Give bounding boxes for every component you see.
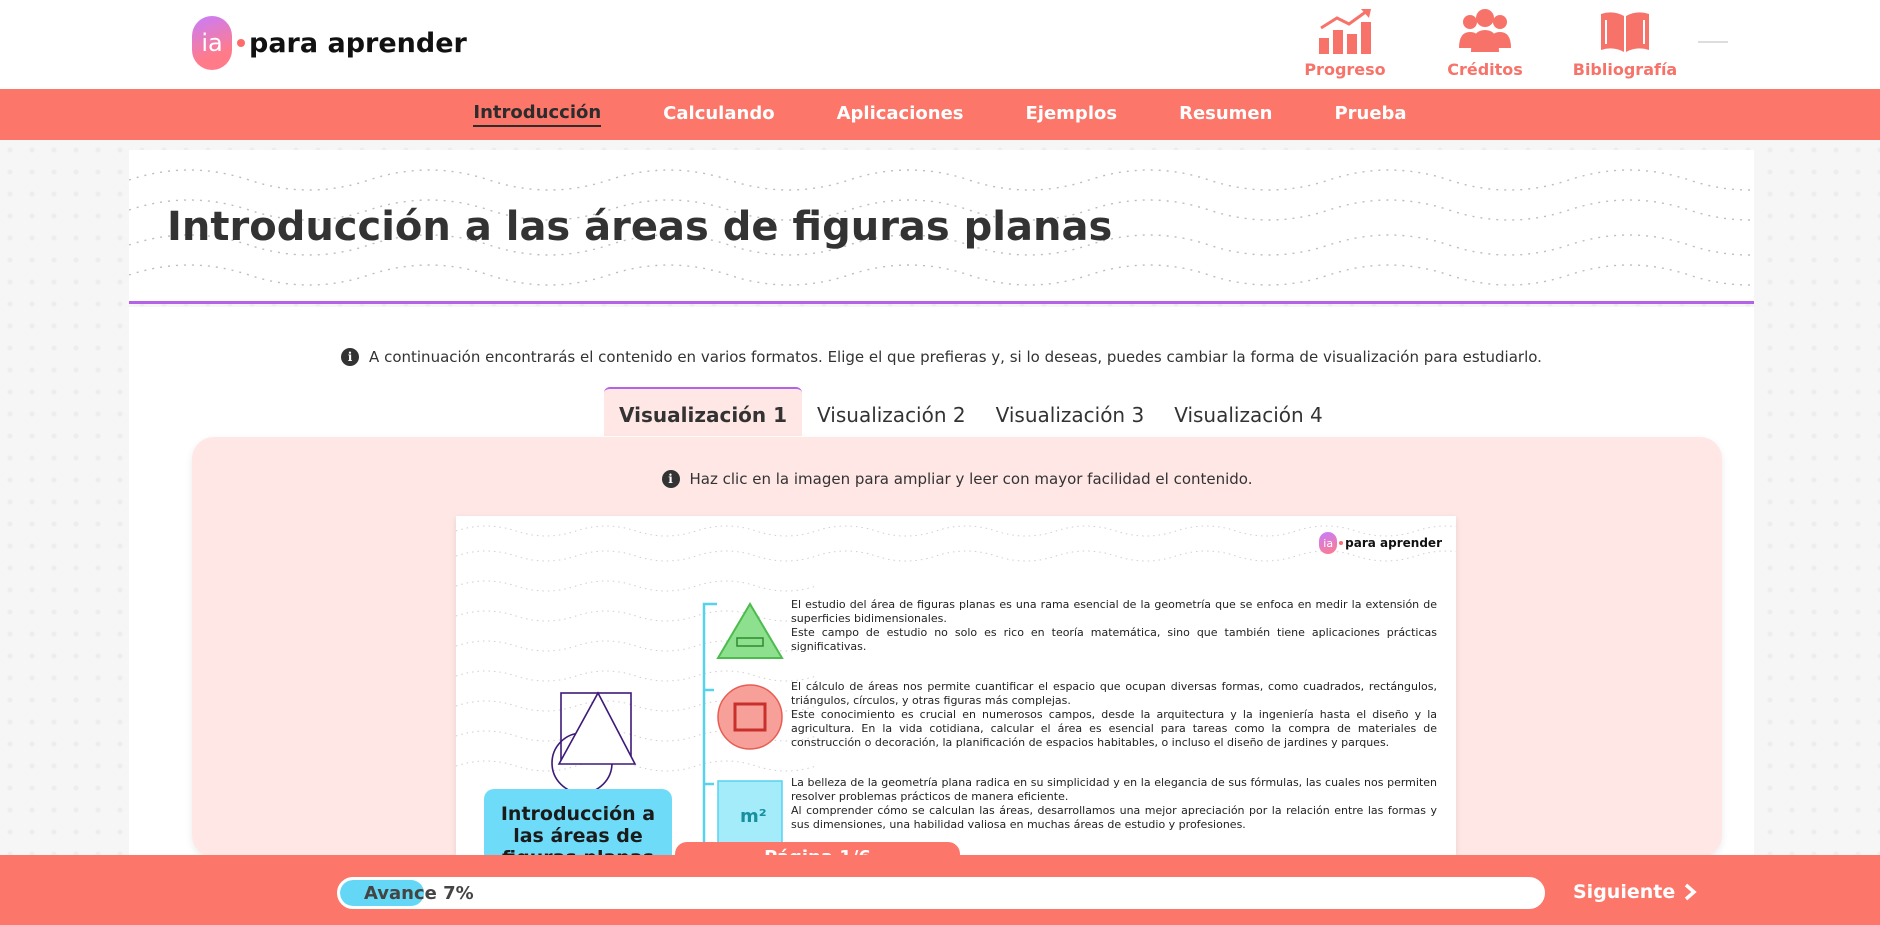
main-content: i A continuación encontrarás el contenid… — [129, 307, 1754, 857]
logo-dot — [237, 39, 245, 47]
bibliography-link[interactable]: Bibliografía — [1570, 8, 1680, 79]
progress-link[interactable]: Progreso — [1290, 8, 1400, 79]
footer-bar: Avance 7% Siguiente — [0, 855, 1880, 925]
chart-up-icon — [1319, 9, 1371, 54]
nav-item-calculando[interactable]: Calculando — [663, 103, 774, 126]
format-info-text: A continuación encontrarás el contenido … — [369, 348, 1542, 366]
nav-item-prueba[interactable]: Prueba — [1334, 103, 1406, 126]
tab-visualizacion-2[interactable]: Visualización 2 — [802, 389, 981, 436]
main-nav: Introducción Calculando Aplicaciones Eje… — [0, 89, 1880, 140]
logo-badge: ia — [192, 16, 232, 70]
chevron-right-icon — [1685, 883, 1697, 901]
slide-logo: ia para aprender — [1319, 532, 1442, 554]
slide-logo-dot — [1339, 541, 1344, 545]
nav-item-ejemplos[interactable]: Ejemplos — [1026, 103, 1118, 126]
tab-visualizacion-1[interactable]: Visualización 1 — [604, 387, 803, 436]
bibliography-link-label: Bibliografía — [1572, 60, 1678, 79]
progress-label: Avance 7% — [364, 883, 474, 904]
geometric-shapes-illustration — [551, 691, 637, 794]
next-button[interactable]: Siguiente — [1573, 881, 1697, 903]
nav-item-introduccion[interactable]: Introducción — [473, 102, 602, 127]
slide-text-block-1: El estudio del área de figuras planas es… — [791, 598, 1437, 653]
visualization-tabs: Visualización 1 Visualización 2 Visualiz… — [604, 387, 1338, 436]
slide-title-card: Introducción a las áreas de figuras plan… — [484, 789, 672, 857]
top-header: ia para aprender Progreso Créditos Bibli… — [0, 0, 1880, 89]
credits-link-label: Créditos — [1447, 60, 1523, 79]
slide-image[interactable]: m² ia para aprender El estudio del área … — [456, 516, 1456, 857]
nav-item-aplicaciones[interactable]: Aplicaciones — [837, 103, 964, 126]
people-icon — [1459, 9, 1511, 52]
slide-logo-badge: ia — [1319, 532, 1338, 554]
slide-text-block-2: El cálculo de áreas nos permite cuantifi… — [791, 680, 1437, 749]
slide-text-block-3: La belleza de la geometría plana radica … — [791, 776, 1437, 831]
page-title: Introducción a las áreas de figuras plan… — [167, 204, 1113, 250]
header-divider — [1698, 41, 1728, 43]
logo-text: para aprender — [249, 27, 467, 59]
progress-bar: Avance 7% — [337, 877, 1545, 909]
open-book-icon — [1601, 12, 1649, 52]
next-button-label: Siguiente — [1573, 881, 1676, 903]
credits-link[interactable]: Créditos — [1430, 8, 1540, 79]
title-banner: Introducción a las áreas de figuras plan… — [129, 150, 1754, 304]
site-logo[interactable]: ia para aprender — [192, 16, 467, 70]
nav-item-resumen[interactable]: Resumen — [1179, 103, 1272, 126]
tab-visualizacion-4[interactable]: Visualización 4 — [1159, 389, 1338, 436]
tab-visualizacion-3[interactable]: Visualización 3 — [981, 389, 1160, 436]
zoom-info: i Haz clic en la imagen para ampliar y l… — [192, 470, 1722, 488]
info-icon: i — [341, 348, 360, 366]
slide-logo-text: para aprender — [1345, 536, 1442, 550]
progress-link-label: Progreso — [1304, 60, 1386, 79]
info-icon: i — [661, 470, 680, 488]
format-info: i A continuación encontrarás el contenid… — [129, 348, 1754, 366]
svg-text:m²: m² — [740, 806, 767, 827]
content-panel: i Haz clic en la imagen para ampliar y l… — [192, 437, 1722, 857]
header-links: Progreso Créditos Bibliografía — [1290, 8, 1680, 79]
zoom-info-text: Haz clic en la imagen para ampliar y lee… — [689, 470, 1253, 488]
